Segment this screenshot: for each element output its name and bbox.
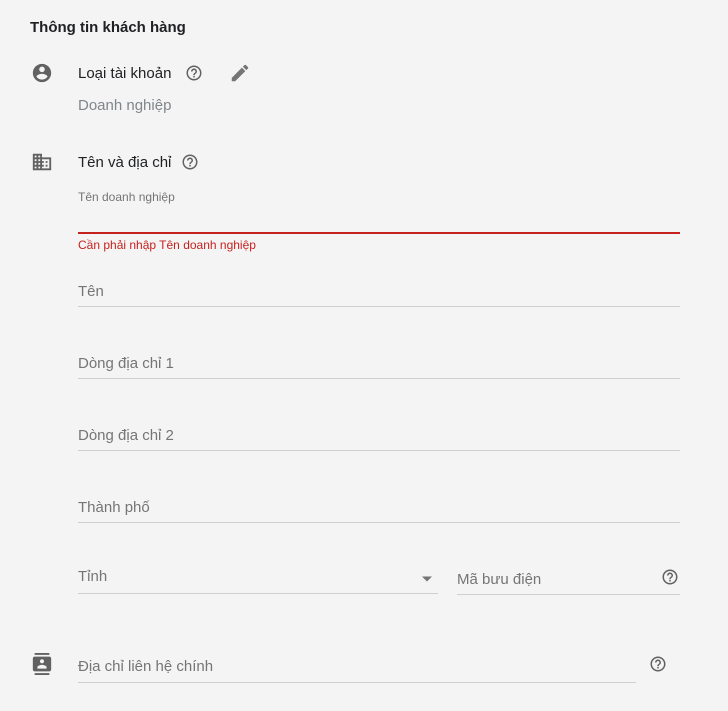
business-name-underline [78,232,680,234]
postal-code-input[interactable] [457,568,652,590]
account-type-label: Loại tài khoản [78,65,172,82]
account-circle-icon [32,63,52,83]
province-select[interactable]: Tỉnh [78,568,438,592]
province-underline [78,593,438,594]
contact-card-icon [32,653,52,675]
address-line-2-input[interactable] [78,424,680,446]
dropdown-arrow-icon[interactable] [421,575,433,583]
name-address-label: Tên và địa chỉ [78,154,172,171]
address-line-1-underline [78,378,680,379]
city-underline [78,522,680,523]
name-input[interactable] [78,280,680,302]
business-name-error: Cần phải nhập Tên doanh nghiệp [78,238,256,252]
section-title: Thông tin khách hàng [30,19,186,36]
address-line-2-underline [78,450,680,451]
account-type-value: Doanh nghiệp [78,97,172,114]
edit-pencil-icon[interactable] [229,62,251,84]
primary-contact-help-icon[interactable] [649,655,667,673]
account-type-help-icon[interactable] [185,64,203,82]
province-placeholder: Tỉnh [78,568,108,585]
name-underline [78,306,680,307]
city-input[interactable] [78,496,680,518]
primary-contact-underline [78,682,636,683]
address-line-1-input[interactable] [78,352,680,374]
primary-contact-input[interactable] [78,655,634,677]
business-building-icon [32,153,52,171]
name-address-help-icon[interactable] [181,153,199,171]
business-name-input[interactable] [78,208,680,230]
postal-code-underline [457,594,680,595]
postal-code-help-icon[interactable] [661,568,679,586]
business-name-label: Tên doanh nghiệp [78,190,175,204]
